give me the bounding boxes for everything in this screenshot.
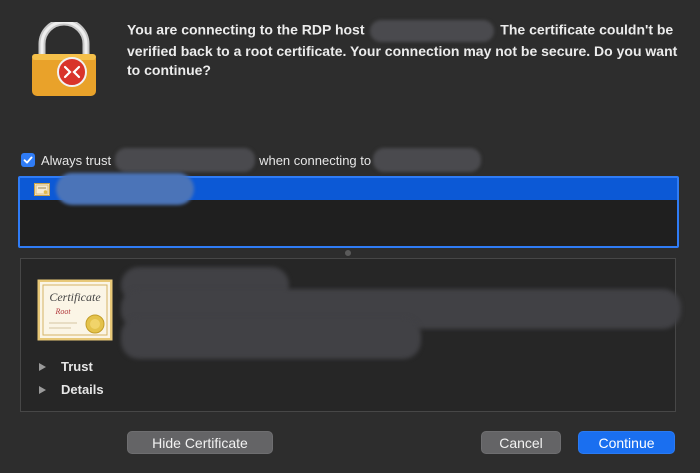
redacted-host: [370, 20, 495, 42]
certificate-detail-panel: Certificate Root Trust Details: [20, 258, 681, 412]
cancel-button[interactable]: Cancel: [481, 431, 561, 454]
trust-disclosure-label: Trust: [61, 359, 93, 374]
always-trust-label-prefix: Always trust: [41, 152, 112, 168]
certificate-chain-item[interactable]: [20, 173, 677, 205]
always-trust-row: Always trust when connecting to: [21, 148, 482, 172]
continue-button[interactable]: Continue: [578, 431, 675, 454]
details-disclosure-label: Details: [61, 382, 104, 397]
certificate-icon-title: Certificate: [49, 290, 101, 304]
redacted-cert-name: [115, 148, 256, 172]
message-part-1: You are connecting to the RDP host: [127, 21, 365, 38]
certificate-icon: Certificate Root: [37, 279, 113, 341]
checkmark-icon: [23, 156, 33, 164]
certificate-small-icon: [34, 182, 50, 196]
hide-certificate-button[interactable]: Hide Certificate: [127, 431, 273, 454]
certificate-chain-list[interactable]: [18, 173, 679, 248]
splitter-handle[interactable]: [345, 250, 351, 256]
disclosure-triangle-icon: [39, 385, 46, 394]
dialog-message: You are connecting to the RDP host The c…: [127, 20, 687, 80]
lock-icon: [32, 22, 96, 96]
redacted-host-name: [373, 148, 482, 172]
disclosure-triangle-icon: [39, 362, 46, 371]
redacted-cert-item: [56, 173, 194, 205]
always-trust-checkbox[interactable]: [21, 153, 35, 167]
details-disclosure[interactable]: Details: [39, 382, 104, 397]
certificate-icon-subtitle: Root: [54, 307, 71, 316]
redacted-cert-expiry: [121, 317, 421, 359]
always-trust-label-middle: when connecting to: [259, 152, 372, 168]
trust-disclosure[interactable]: Trust: [39, 359, 93, 374]
certificate-dialog: You are connecting to the RDP host The c…: [0, 0, 700, 473]
